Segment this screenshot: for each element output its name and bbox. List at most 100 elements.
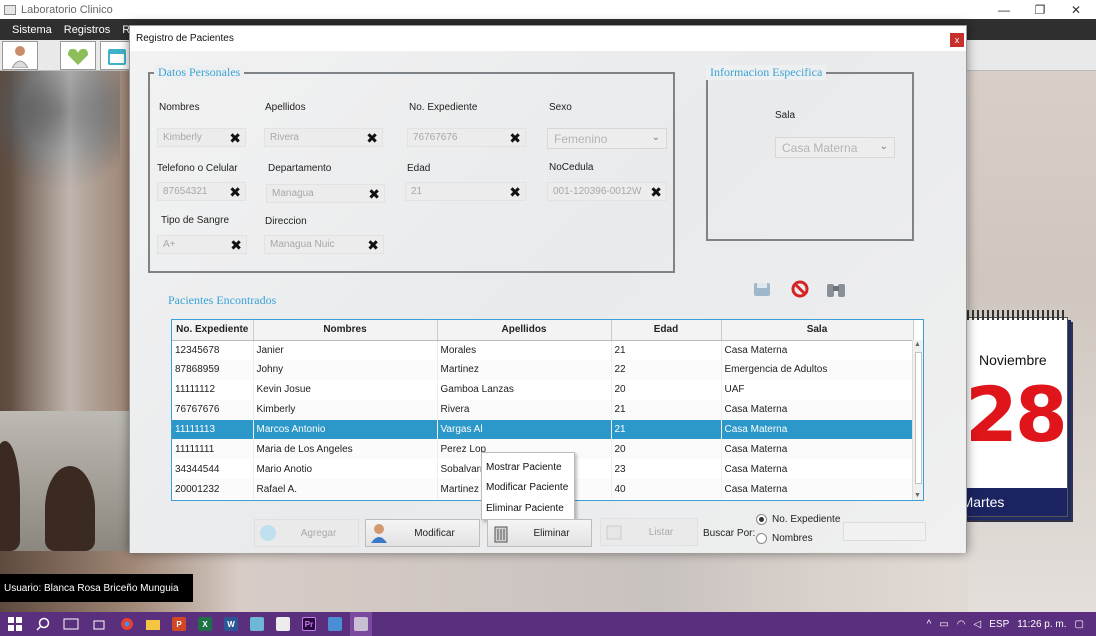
- menu-item-eliminar[interactable]: Eliminar Paciente: [482, 498, 574, 519]
- find-button[interactable]: [826, 279, 846, 299]
- direccion-field[interactable]: Managua Nuic ✖: [264, 235, 384, 254]
- calendar-icon: [108, 48, 126, 65]
- clear-nombres-icon[interactable]: ✖: [229, 130, 241, 146]
- listar-button[interactable]: Listar: [600, 518, 698, 546]
- table-row[interactable]: 87868959 Johny Martinez 22 Emergencia de Adu…: [172, 359, 914, 380]
- file-icon[interactable]: [272, 612, 294, 636]
- clear-cedula-icon[interactable]: ✖: [650, 184, 662, 200]
- excel-icon[interactable]: X: [194, 612, 216, 636]
- clear-direccion-icon[interactable]: ✖: [367, 237, 379, 253]
- table-cell: Marcos Antonio: [253, 419, 438, 440]
- table-cell: 20: [611, 439, 722, 460]
- cancel-button[interactable]: [790, 279, 810, 299]
- table-row[interactable]: 12345678 Janier Morales 21 Casa Materna: [172, 340, 914, 360]
- apellidos-label: Apellidos: [265, 102, 306, 113]
- word-icon[interactable]: W: [220, 612, 242, 636]
- column-header[interactable]: Apellidos: [437, 320, 612, 341]
- restore-button[interactable]: ❐: [1022, 0, 1058, 19]
- doctor-button[interactable]: [2, 41, 38, 70]
- radio-dot: [756, 514, 767, 525]
- sangre-field[interactable]: A+ ✖: [157, 235, 247, 254]
- calendar-month: Noviembre: [979, 352, 1047, 368]
- wifi-icon[interactable]: ◠: [957, 619, 966, 630]
- expediente-field[interactable]: 76767676 ✖: [407, 128, 526, 147]
- clear-sangre-icon[interactable]: ✖: [230, 237, 242, 253]
- lab-app-icon[interactable]: [350, 612, 372, 636]
- departamento-field[interactable]: Managua ✖: [266, 184, 385, 203]
- menu-registros[interactable]: Registros: [64, 24, 110, 36]
- info-especifica-title: Informacion Especifica: [706, 65, 827, 80]
- clear-expediente-icon[interactable]: ✖: [509, 130, 521, 146]
- folder-icon[interactable]: [142, 612, 164, 636]
- table-cell: Janier: [253, 340, 438, 360]
- agregar-label: Agregar: [300, 527, 337, 539]
- departamento-label: Departamento: [268, 163, 332, 174]
- list-icon: [603, 521, 625, 543]
- battery-icon[interactable]: ▭: [939, 619, 948, 630]
- direccion-label: Direccion: [265, 216, 307, 227]
- radio-expediente[interactable]: No. Expediente: [756, 514, 840, 525]
- search-input[interactable]: [843, 522, 926, 541]
- radio-nombres[interactable]: Nombres: [756, 533, 813, 544]
- sala-label: Sala: [775, 110, 796, 121]
- edad-label: Edad: [407, 163, 431, 174]
- table-cell: Casa Materna: [721, 340, 914, 360]
- eliminar-button[interactable]: Eliminar: [487, 519, 592, 547]
- premiere-icon[interactable]: Pr: [298, 612, 320, 636]
- patients-button[interactable]: [60, 41, 96, 70]
- clear-telefono-icon[interactable]: ✖: [229, 184, 241, 200]
- save-button[interactable]: [752, 279, 772, 299]
- modificar-button[interactable]: Modificar: [365, 519, 480, 547]
- virtualbox-icon[interactable]: [324, 612, 346, 636]
- powerpoint-icon[interactable]: P: [168, 612, 190, 636]
- column-header[interactable]: Nombres: [253, 320, 438, 341]
- nombres-field[interactable]: Kimberly ✖: [157, 128, 246, 147]
- menu-item-modificar[interactable]: Modificar Paciente: [482, 478, 574, 499]
- table-cell: Casa Materna: [721, 419, 914, 440]
- clear-departamento-icon[interactable]: ✖: [368, 186, 380, 202]
- cedula-field[interactable]: 001-120396-0012W ✖: [547, 182, 667, 201]
- clear-edad-icon[interactable]: ✖: [509, 184, 521, 200]
- edad-field[interactable]: 21 ✖: [405, 182, 526, 201]
- flask-shape: [10, 71, 130, 411]
- telefono-field[interactable]: 87654321 ✖: [157, 182, 246, 201]
- table-scrollbar[interactable]: ▲ ▼: [912, 340, 923, 500]
- radio-expediente-label: No. Expediente: [772, 514, 841, 525]
- app-icon: [4, 4, 16, 15]
- apellidos-field[interactable]: Rivera ✖: [264, 128, 383, 147]
- windows-start-icon[interactable]: [4, 612, 26, 636]
- sala-select[interactable]: Casa Materna ⌄: [775, 137, 895, 158]
- table-row[interactable]: 76767676 Kimberly Rivera 21 Casa Materna: [172, 399, 914, 420]
- table-cell: Vargas Al: [437, 419, 612, 440]
- close-button[interactable]: ✕: [1058, 0, 1094, 19]
- clock[interactable]: 11:26 p. m.: [1017, 619, 1066, 630]
- menu-sistema[interactable]: Sistema: [12, 24, 52, 36]
- agregar-button[interactable]: Agregar: [254, 519, 359, 547]
- column-header[interactable]: Sala: [721, 320, 914, 341]
- store-icon[interactable]: [88, 612, 110, 636]
- task-view-icon[interactable]: [60, 612, 82, 636]
- column-header[interactable]: Edad: [611, 320, 722, 341]
- tray-chevron-icon[interactable]: ^: [927, 619, 932, 630]
- chrome-icon[interactable]: [116, 612, 138, 636]
- column-header[interactable]: No. Expediente: [172, 320, 254, 341]
- pacientes-title: Pacientes Encontrados: [168, 293, 277, 307]
- notepad-icon[interactable]: [246, 612, 268, 636]
- minimize-button[interactable]: —: [986, 0, 1022, 19]
- scroll-up-icon[interactable]: ▲: [914, 341, 921, 348]
- sexo-select[interactable]: Femenino ⌄: [547, 128, 667, 149]
- dialog-body: Datos Personales Nombres Kimberly ✖ Apel…: [130, 51, 966, 553]
- table-row[interactable]: 11111113 Marcos Antonio Vargas Al 21 Casa Ma…: [172, 419, 914, 440]
- dialog-close-button[interactable]: x: [950, 33, 964, 47]
- scroll-thumb[interactable]: [915, 352, 922, 484]
- calendar-day: 28: [965, 370, 1068, 459]
- clear-apellidos-icon[interactable]: ✖: [366, 130, 378, 146]
- notifications-icon[interactable]: ▢: [1075, 619, 1084, 630]
- table-cell: 11111111: [172, 439, 254, 460]
- menu-item-mostrar[interactable]: Mostrar Paciente: [482, 457, 574, 478]
- scroll-down-icon[interactable]: ▼: [914, 492, 921, 499]
- volume-icon[interactable]: ◁: [974, 619, 982, 630]
- table-row[interactable]: 11111112 Kevin Josue Gamboa Lanzas 20 UAF: [172, 379, 914, 400]
- language-indicator[interactable]: ESP: [989, 619, 1009, 630]
- search-icon[interactable]: [32, 612, 54, 636]
